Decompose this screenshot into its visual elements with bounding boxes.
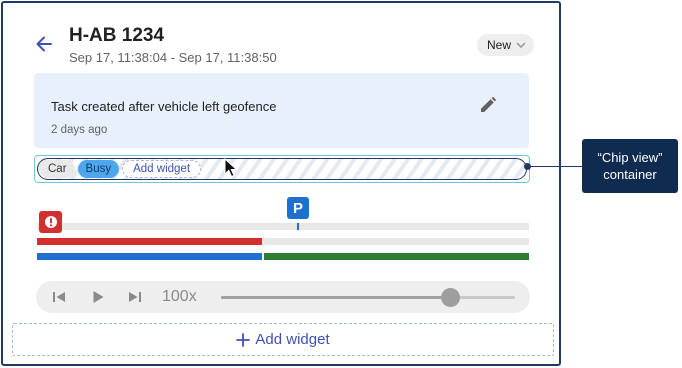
timeline-track-top xyxy=(37,223,529,230)
status-dropdown[interactable]: New xyxy=(477,34,535,56)
status-label: New xyxy=(487,38,512,52)
skip-previous-icon xyxy=(53,292,65,302)
playback-controls: 100x xyxy=(36,281,530,313)
add-widget-button[interactable]: Add widget xyxy=(12,323,554,356)
chip-view-callout: “Chip view” container xyxy=(582,139,678,193)
add-widget-label: Add widget xyxy=(255,331,330,348)
skip-next-icon xyxy=(129,292,141,302)
parking-tick xyxy=(297,223,299,230)
route-segment-blue[interactable] xyxy=(37,253,262,260)
chip-list: Car Busy Add widget xyxy=(37,158,527,180)
task-time-ago: 2 days ago xyxy=(51,124,108,136)
chip-view-container: Car Busy Add widget xyxy=(34,155,530,183)
pencil-icon xyxy=(481,96,497,112)
edit-button[interactable] xyxy=(477,94,499,116)
play-button[interactable] xyxy=(89,288,107,306)
skip-previous-button[interactable] xyxy=(50,288,68,306)
parking-icon: P xyxy=(292,199,303,217)
chip-car[interactable]: Car xyxy=(40,160,75,178)
alert-marker[interactable] xyxy=(39,211,62,233)
time-range: Sep 17, 11:38:04 - Sep 17, 11:38:50 xyxy=(69,50,277,65)
callout-anchor-dot xyxy=(524,163,531,170)
task-card: H-AB 1234 Sep 17, 11:38:04 - Sep 17, 11:… xyxy=(1,1,561,366)
back-arrow-icon xyxy=(36,36,52,52)
playback-slider-fill xyxy=(221,296,450,299)
callout-line-2: container xyxy=(603,167,657,182)
trip-timeline: P xyxy=(37,193,529,263)
chevron-down-icon xyxy=(516,42,526,49)
alert-segment-bar[interactable] xyxy=(37,238,262,245)
playback-speed[interactable]: 100x xyxy=(162,288,197,306)
alert-icon xyxy=(44,216,57,228)
skip-next-button[interactable] xyxy=(126,288,144,306)
chip-add-widget[interactable]: Add widget xyxy=(122,160,202,178)
playback-slider-knob[interactable] xyxy=(441,288,460,307)
chip-busy[interactable]: Busy xyxy=(77,160,120,178)
back-button[interactable] xyxy=(33,33,55,55)
plus-icon xyxy=(236,332,251,347)
page-title: H-AB 1234 xyxy=(69,25,165,46)
callout-line-1: “Chip view” xyxy=(597,150,663,165)
parking-marker[interactable]: P xyxy=(287,197,309,219)
callout-connector xyxy=(528,166,582,167)
alert-segment-start xyxy=(37,240,39,245)
stage: H-AB 1234 Sep 17, 11:38:04 - Sep 17, 11:… xyxy=(0,0,682,368)
play-icon xyxy=(93,291,104,303)
playback-slider[interactable] xyxy=(221,288,515,307)
task-info-box: Task created after vehicle left geofence… xyxy=(34,73,529,148)
cursor-icon xyxy=(224,158,238,178)
route-segment-green[interactable] xyxy=(264,253,529,260)
task-message: Task created after vehicle left geofence xyxy=(51,99,277,114)
